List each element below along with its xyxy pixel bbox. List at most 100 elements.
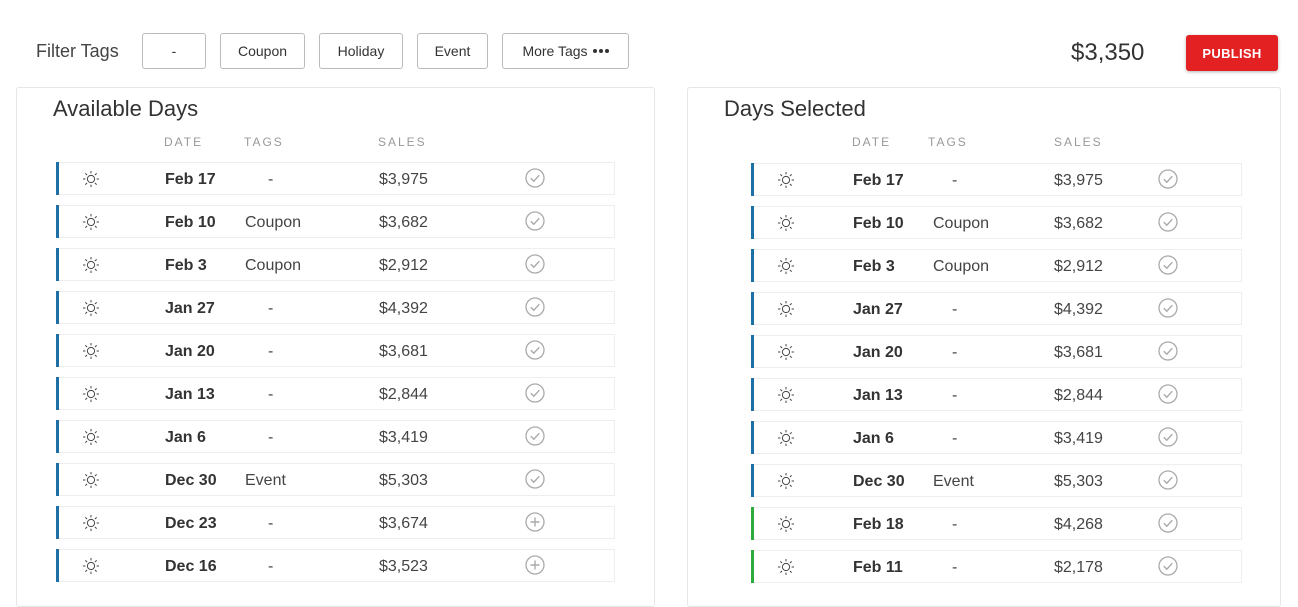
check-circle-icon[interactable] [525,340,545,360]
sun-icon [777,558,795,576]
total-sales-value: $3,350 [1071,39,1145,66]
check-circle-icon[interactable] [525,383,545,403]
row-status-bar [56,334,59,367]
filter-tag-label: Coupon [237,43,288,59]
row-tag: - [268,515,274,532]
check-circle-icon[interactable] [1158,384,1178,404]
publish-button[interactable]: PUBLISH [1186,35,1278,71]
day-row[interactable]: Feb 10 Coupon $3,682 [56,205,615,238]
days-selected-title: Days Selected [724,96,866,121]
row-tag: Coupon [245,214,302,231]
row-status-bar [56,377,59,410]
add-circle-icon[interactable] [525,512,545,532]
sun-icon [82,342,100,360]
day-row[interactable]: Jan 13 - $2,844 [56,377,615,410]
row-tag: - [268,171,274,188]
check-circle-icon[interactable] [525,211,545,231]
row-status-bar [751,206,754,239]
filter-tag-label: Holiday [337,43,385,59]
sun-icon [82,471,100,489]
filter-tag-coupon-button[interactable]: Coupon [220,33,305,69]
check-circle-icon[interactable] [525,469,545,489]
row-tag: - [952,172,958,189]
row-status-bar [751,550,754,583]
day-row[interactable]: Jan 27 - $4,392 [751,292,1242,325]
check-circle-icon[interactable] [1158,298,1178,318]
row-status-bar [751,464,754,497]
row-sales: $3,419 [379,429,428,446]
column-header-sales: SALES [1054,135,1103,149]
filter-tag-event-button[interactable]: Event [417,33,488,69]
day-row[interactable]: Jan 20 - $3,681 [751,335,1242,368]
filter-tag-holiday-button[interactable]: Holiday [319,33,403,69]
day-row[interactable]: Feb 3 Coupon $2,912 [751,249,1242,282]
day-row[interactable]: Dec 16 - $3,523 [56,549,615,582]
row-sales: $5,303 [379,472,428,489]
row-date: Feb 17 [853,172,904,189]
row-tag: Event [245,472,286,489]
row-tag: - [952,559,958,576]
add-circle-icon[interactable] [525,555,545,575]
row-date: Jan 6 [853,430,894,447]
check-circle-icon[interactable] [525,426,545,446]
row-sales: $2,912 [1054,258,1103,275]
row-tag: Coupon [933,258,990,275]
check-circle-icon[interactable] [1158,427,1178,447]
sun-icon [82,256,100,274]
sun-icon [82,514,100,532]
day-row[interactable]: Jan 20 - $3,681 [56,334,615,367]
row-sales: $3,674 [379,515,428,532]
more-tags-button[interactable]: More Tags [502,33,629,69]
check-circle-icon[interactable] [1158,341,1178,361]
column-header-date: DATE [164,135,204,149]
row-sales: $4,392 [1054,301,1103,318]
row-date: Dec 30 [165,472,217,489]
row-sales: $3,975 [379,171,428,188]
day-row[interactable]: Feb 18 - $4,268 [751,507,1242,540]
row-date: Feb 17 [165,171,216,188]
days-selected-panel: Days Selected DATE TAGS SALES Feb 17 - $3,… [687,87,1281,607]
sun-icon [777,386,795,404]
row-status-bar [56,291,59,324]
row-sales: $2,178 [1054,559,1103,576]
row-tag: Event [933,473,974,490]
column-header-tags: TAGS [244,135,284,149]
row-status-bar [751,163,754,196]
toolbar: Filter Tags - Coupon Holiday Event More … [0,0,1298,80]
day-row[interactable]: Jan 27 - $4,392 [56,291,615,324]
check-circle-icon[interactable] [1158,169,1178,189]
row-tag: - [268,429,274,446]
sun-icon [777,171,795,189]
day-row[interactable]: Feb 11 - $2,178 [751,550,1242,583]
sun-icon [777,257,795,275]
check-circle-icon[interactable] [1158,513,1178,533]
day-row[interactable]: Feb 17 - $3,975 [56,162,615,195]
sun-icon [777,343,795,361]
day-row[interactable]: Dec 30 Event $5,303 [56,463,615,496]
check-circle-icon[interactable] [1158,255,1178,275]
filter-tag-none-button[interactable]: - [142,33,206,69]
check-circle-icon[interactable] [1158,556,1178,576]
check-circle-icon[interactable] [525,168,545,188]
day-row[interactable]: Feb 17 - $3,975 [751,163,1242,196]
day-row[interactable]: Jan 6 - $3,419 [56,420,615,453]
check-circle-icon[interactable] [1158,470,1178,490]
day-row[interactable]: Jan 13 - $2,844 [751,378,1242,411]
row-date: Jan 20 [165,343,215,360]
check-circle-icon[interactable] [1158,212,1178,232]
row-date: Jan 13 [165,386,215,403]
day-row[interactable]: Feb 10 Coupon $3,682 [751,206,1242,239]
row-tag: - [268,558,274,575]
day-row[interactable]: Feb 3 Coupon $2,912 [56,248,615,281]
row-date: Jan 13 [853,387,903,404]
sun-icon [777,214,795,232]
row-date: Dec 30 [853,473,905,490]
day-row[interactable]: Jan 6 - $3,419 [751,421,1242,454]
day-row[interactable]: Dec 23 - $3,674 [56,506,615,539]
row-status-bar [56,162,59,195]
row-date: Feb 18 [853,516,904,533]
row-tag: - [268,343,274,360]
check-circle-icon[interactable] [525,254,545,274]
check-circle-icon[interactable] [525,297,545,317]
day-row[interactable]: Dec 30 Event $5,303 [751,464,1242,497]
